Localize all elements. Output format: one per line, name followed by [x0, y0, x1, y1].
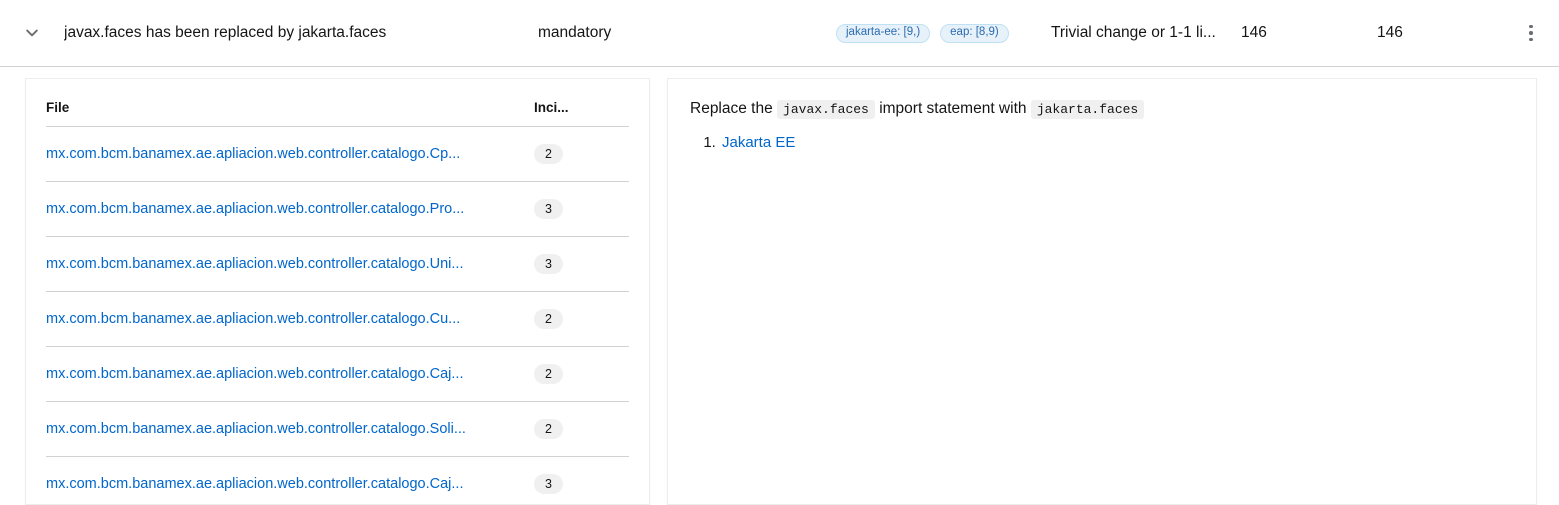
rule-category: Trivial change or 1-1 li... — [1051, 24, 1241, 42]
file-cell: mx.com.bcm.banamex.ae.apliacion.web.cont… — [46, 402, 534, 457]
rule-effort: mandatory — [538, 24, 836, 42]
description-middle: import statement with — [879, 100, 1026, 117]
file-link[interactable]: mx.com.bcm.banamex.ae.apliacion.web.cont… — [46, 311, 534, 327]
incidents-cell: 3 — [534, 457, 629, 505]
table-row[interactable]: mx.com.bcm.banamex.ae.apliacion.web.cont… — [46, 347, 629, 402]
label-pill-jakarta-ee[interactable]: jakarta-ee: [9,) — [836, 24, 930, 43]
rule-files-count: 146 — [1377, 24, 1513, 42]
kebab-dot-2 — [1529, 31, 1533, 35]
table-row[interactable]: mx.com.bcm.banamex.ae.apliacion.web.cont… — [46, 237, 629, 292]
table-row[interactable]: mx.com.bcm.banamex.ae.apliacion.web.cont… — [46, 292, 629, 347]
affected-files-table: File Inci... mx.com.bcm.banamex.ae.aplia… — [46, 79, 629, 505]
kebab-dot-3 — [1529, 38, 1533, 42]
chevron-down-icon — [25, 26, 39, 40]
rule-expanded-body: File Inci... mx.com.bcm.banamex.ae.aplia… — [0, 67, 1559, 505]
expand-toggle-button[interactable] — [0, 26, 64, 40]
incident-count-badge: 2 — [534, 144, 563, 164]
incident-count-badge: 2 — [534, 309, 563, 329]
rule-incidents-count: 146 — [1241, 24, 1377, 42]
rule-title: javax.faces has been replaced by jakarta… — [64, 24, 538, 42]
external-link-jakarta-ee[interactable]: Jakarta EE — [722, 134, 795, 151]
list-item: Jakarta EE — [720, 134, 1514, 151]
incidents-cell: 2 — [534, 402, 629, 457]
file-link[interactable]: mx.com.bcm.banamex.ae.apliacion.web.cont… — [46, 256, 534, 272]
rule-description: Replace the javax.faces import statement… — [690, 97, 1514, 120]
incident-count-badge: 3 — [534, 199, 563, 219]
code-chip-old: javax.faces — [777, 100, 875, 119]
file-link[interactable]: mx.com.bcm.banamex.ae.apliacion.web.cont… — [46, 421, 534, 437]
incidents-cell: 3 — [534, 182, 629, 237]
rule-actions-cell — [1513, 15, 1559, 51]
incident-count-badge: 3 — [534, 254, 563, 274]
file-cell: mx.com.bcm.banamex.ae.apliacion.web.cont… — [46, 237, 534, 292]
file-link[interactable]: mx.com.bcm.banamex.ae.apliacion.web.cont… — [46, 366, 534, 382]
file-cell: mx.com.bcm.banamex.ae.apliacion.web.cont… — [46, 292, 534, 347]
table-row[interactable]: mx.com.bcm.banamex.ae.apliacion.web.cont… — [46, 127, 629, 182]
file-cell: mx.com.bcm.banamex.ae.apliacion.web.cont… — [46, 127, 534, 182]
rule-links-list: Jakarta EE — [690, 134, 1514, 151]
table-body: mx.com.bcm.banamex.ae.apliacion.web.cont… — [46, 127, 629, 505]
rule-header-row: javax.faces has been replaced by jakarta… — [0, 0, 1559, 67]
kebab-menu-icon[interactable] — [1513, 15, 1549, 51]
incident-count-badge: 3 — [534, 474, 563, 494]
file-cell: mx.com.bcm.banamex.ae.apliacion.web.cont… — [46, 347, 534, 402]
kebab-dot-1 — [1529, 25, 1533, 29]
code-chip-new: jakarta.faces — [1031, 100, 1144, 119]
incidents-cell: 2 — [534, 127, 629, 182]
table-header-row: File Inci... — [46, 79, 629, 127]
description-prefix: Replace the — [690, 100, 773, 117]
table-head: File Inci... — [46, 79, 629, 127]
column-header-incidents[interactable]: Inci... — [534, 79, 629, 127]
rule-labels: jakarta-ee: [9,) eap: [8,9) — [836, 24, 1051, 43]
rule-detail-panel: Replace the javax.faces import statement… — [667, 78, 1537, 505]
file-link[interactable]: mx.com.bcm.banamex.ae.apliacion.web.cont… — [46, 476, 534, 492]
column-header-file[interactable]: File — [46, 79, 534, 127]
incident-count-badge: 2 — [534, 419, 563, 439]
file-cell: mx.com.bcm.banamex.ae.apliacion.web.cont… — [46, 457, 534, 505]
label-pill-eap[interactable]: eap: [8,9) — [940, 24, 1009, 43]
table-row[interactable]: mx.com.bcm.banamex.ae.apliacion.web.cont… — [46, 182, 629, 237]
table-row[interactable]: mx.com.bcm.banamex.ae.apliacion.web.cont… — [46, 402, 629, 457]
file-link[interactable]: mx.com.bcm.banamex.ae.apliacion.web.cont… — [46, 201, 534, 217]
file-link[interactable]: mx.com.bcm.banamex.ae.apliacion.web.cont… — [46, 146, 534, 162]
incidents-cell: 3 — [534, 237, 629, 292]
affected-files-panel: File Inci... mx.com.bcm.banamex.ae.aplia… — [25, 78, 650, 505]
incidents-cell: 2 — [534, 347, 629, 402]
file-cell: mx.com.bcm.banamex.ae.apliacion.web.cont… — [46, 182, 534, 237]
incidents-cell: 2 — [534, 292, 629, 347]
incident-count-badge: 2 — [534, 364, 563, 384]
table-row[interactable]: mx.com.bcm.banamex.ae.apliacion.web.cont… — [46, 457, 629, 505]
